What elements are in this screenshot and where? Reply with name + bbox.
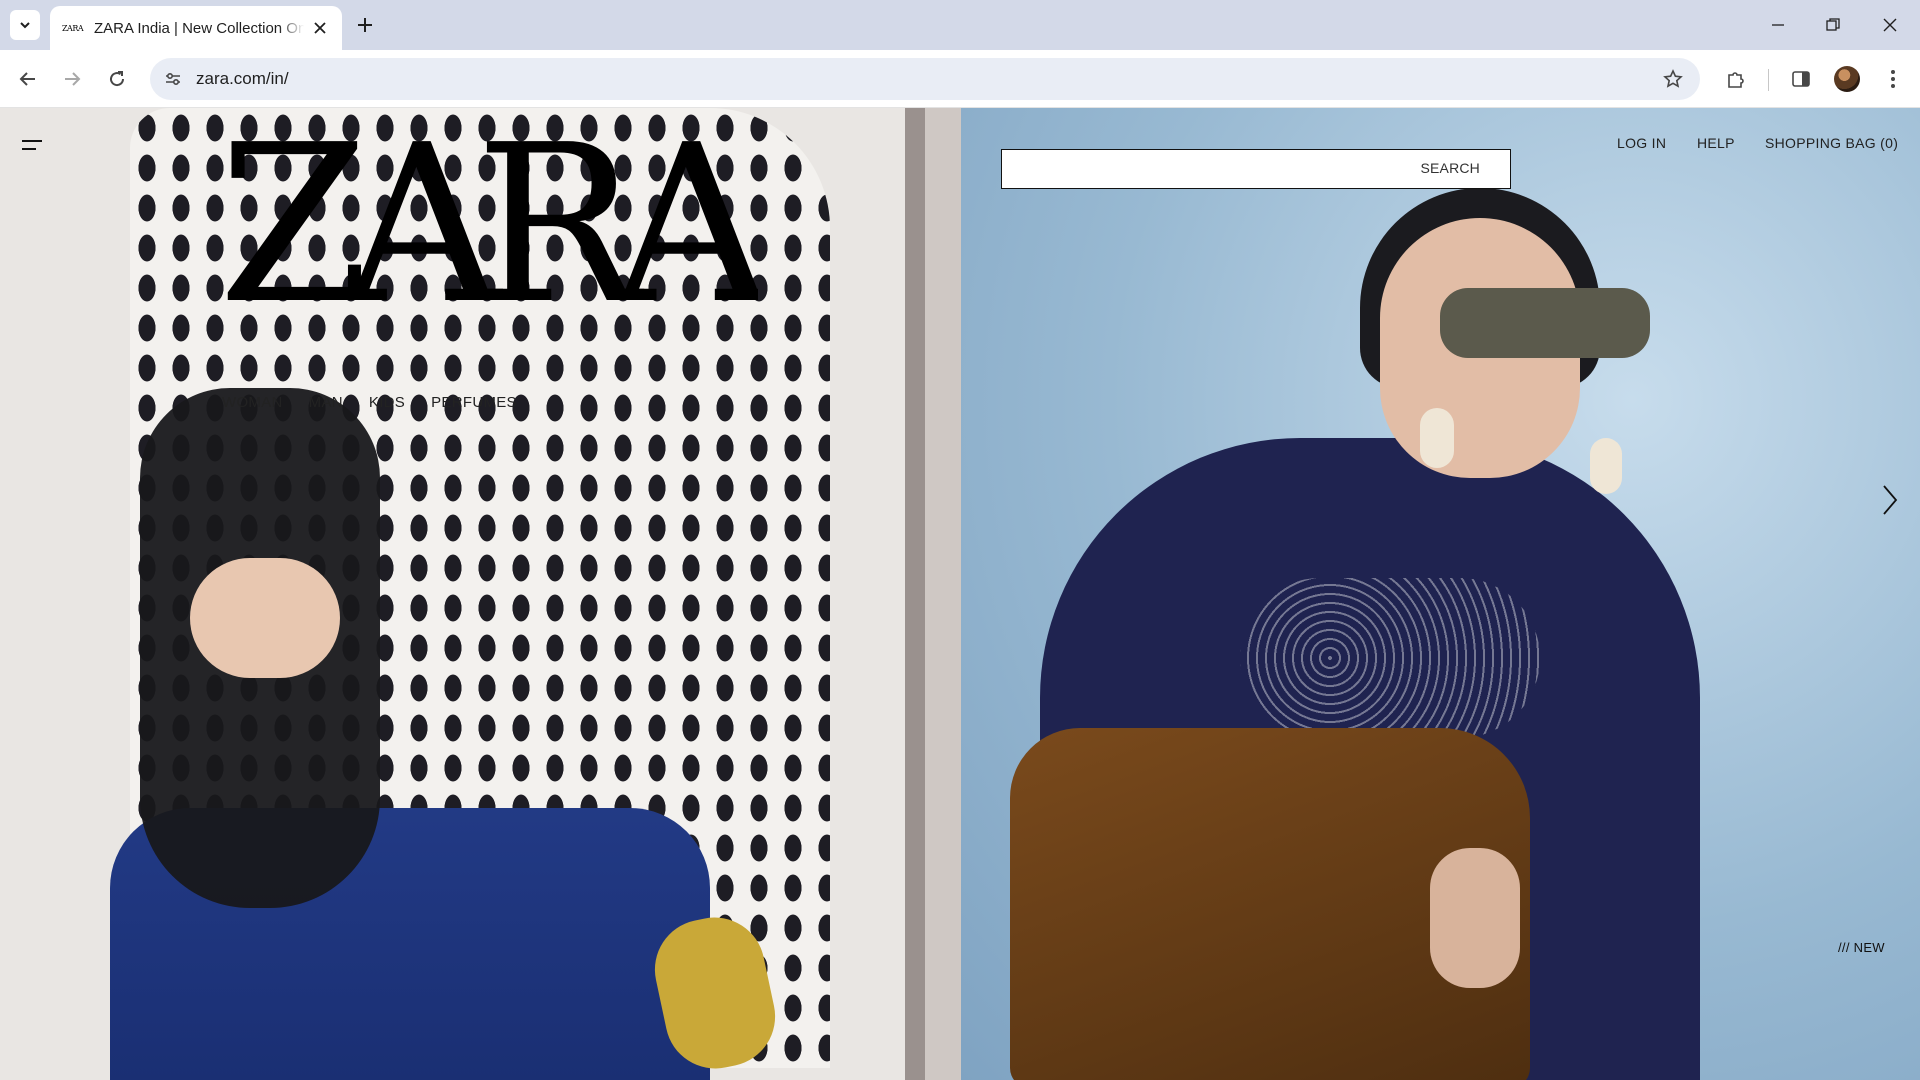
zara-favicon-icon: ZARA bbox=[62, 23, 84, 33]
sunglasses-shape bbox=[1440, 288, 1650, 358]
puzzle-icon bbox=[1728, 72, 1744, 88]
reload-button[interactable] bbox=[101, 63, 133, 95]
restore-icon bbox=[1826, 18, 1840, 31]
hand-shape bbox=[1430, 848, 1520, 988]
browser-menu-button[interactable] bbox=[1877, 63, 1909, 95]
chevron-down-icon bbox=[20, 22, 30, 29]
close-icon bbox=[1883, 18, 1897, 32]
address-bar[interactable]: zara.com/in/ bbox=[150, 58, 1700, 100]
arrow-right-icon bbox=[65, 72, 81, 86]
nav-man[interactable]: MAN bbox=[309, 394, 343, 411]
hand-shape bbox=[190, 558, 340, 678]
url-text[interactable]: zara.com/in/ bbox=[196, 69, 289, 89]
tune-icon bbox=[166, 72, 180, 86]
extensions-button[interactable] bbox=[1720, 63, 1752, 95]
menu-line bbox=[22, 148, 36, 150]
menu-line bbox=[22, 140, 42, 142]
site-info-button[interactable] bbox=[160, 66, 186, 92]
close-window-button[interactable] bbox=[1872, 10, 1908, 40]
back-button[interactable] bbox=[12, 63, 44, 95]
category-nav: WOMAN MAN KIDS PERFUMES bbox=[222, 394, 517, 411]
slide-tag[interactable]: /// NEW bbox=[1838, 940, 1885, 955]
browser-toolbar: zara.com/in/ bbox=[0, 50, 1920, 108]
page-viewport: ZARA WOMAN MAN KIDS PERFUMES SEARCH LOG … bbox=[0, 108, 1920, 1080]
nav-kids[interactable]: KIDS bbox=[369, 394, 405, 411]
side-panel-icon bbox=[1792, 71, 1810, 87]
hamburger-menu-button[interactable] bbox=[20, 136, 44, 156]
search-input[interactable]: SEARCH bbox=[1001, 149, 1511, 189]
bookmark-button[interactable] bbox=[1660, 66, 1686, 92]
search-label[interactable]: SEARCH bbox=[1420, 160, 1480, 176]
minimize-icon bbox=[1772, 24, 1784, 26]
profile-button[interactable] bbox=[1831, 63, 1863, 95]
help-link[interactable]: HELP bbox=[1697, 135, 1735, 151]
zara-logo[interactable]: ZARA bbox=[218, 122, 758, 312]
plus-icon bbox=[358, 18, 372, 32]
earring-shape bbox=[1590, 438, 1622, 494]
shirt-pattern-shape bbox=[1240, 578, 1540, 738]
forward-button[interactable] bbox=[56, 63, 88, 95]
avatar bbox=[1834, 66, 1860, 92]
nav-woman[interactable]: WOMAN bbox=[222, 394, 283, 411]
login-link[interactable]: LOG IN bbox=[1617, 135, 1666, 151]
new-tab-button[interactable] bbox=[352, 12, 378, 38]
browser-tab-active[interactable]: ZARA ZARA India | New Collection Online bbox=[50, 6, 342, 50]
tab-close-button[interactable] bbox=[310, 18, 330, 38]
toolbar-divider bbox=[1768, 69, 1769, 91]
side-panel-button[interactable] bbox=[1785, 63, 1817, 95]
close-icon bbox=[314, 22, 326, 34]
star-icon bbox=[1663, 69, 1683, 88]
arrow-left-icon bbox=[19, 72, 35, 86]
restore-button[interactable] bbox=[1815, 10, 1851, 40]
tab-title: ZARA India | New Collection Online bbox=[94, 19, 304, 37]
chevron-right-icon[interactable] bbox=[1878, 480, 1902, 520]
tab-search-button[interactable] bbox=[10, 10, 40, 40]
earring-shape bbox=[1420, 408, 1454, 468]
browser-tab-bar: ZARA ZARA India | New Collection Online bbox=[0, 0, 1920, 50]
shopping-bag-link[interactable]: SHOPPING BAG (0) bbox=[1765, 135, 1898, 151]
reload-icon bbox=[110, 71, 125, 87]
minimize-button[interactable] bbox=[1760, 10, 1796, 40]
nav-perfumes[interactable]: PERFUMES bbox=[431, 394, 517, 411]
logo-text: ZARA bbox=[218, 122, 758, 312]
more-vertical-icon bbox=[1891, 70, 1895, 88]
